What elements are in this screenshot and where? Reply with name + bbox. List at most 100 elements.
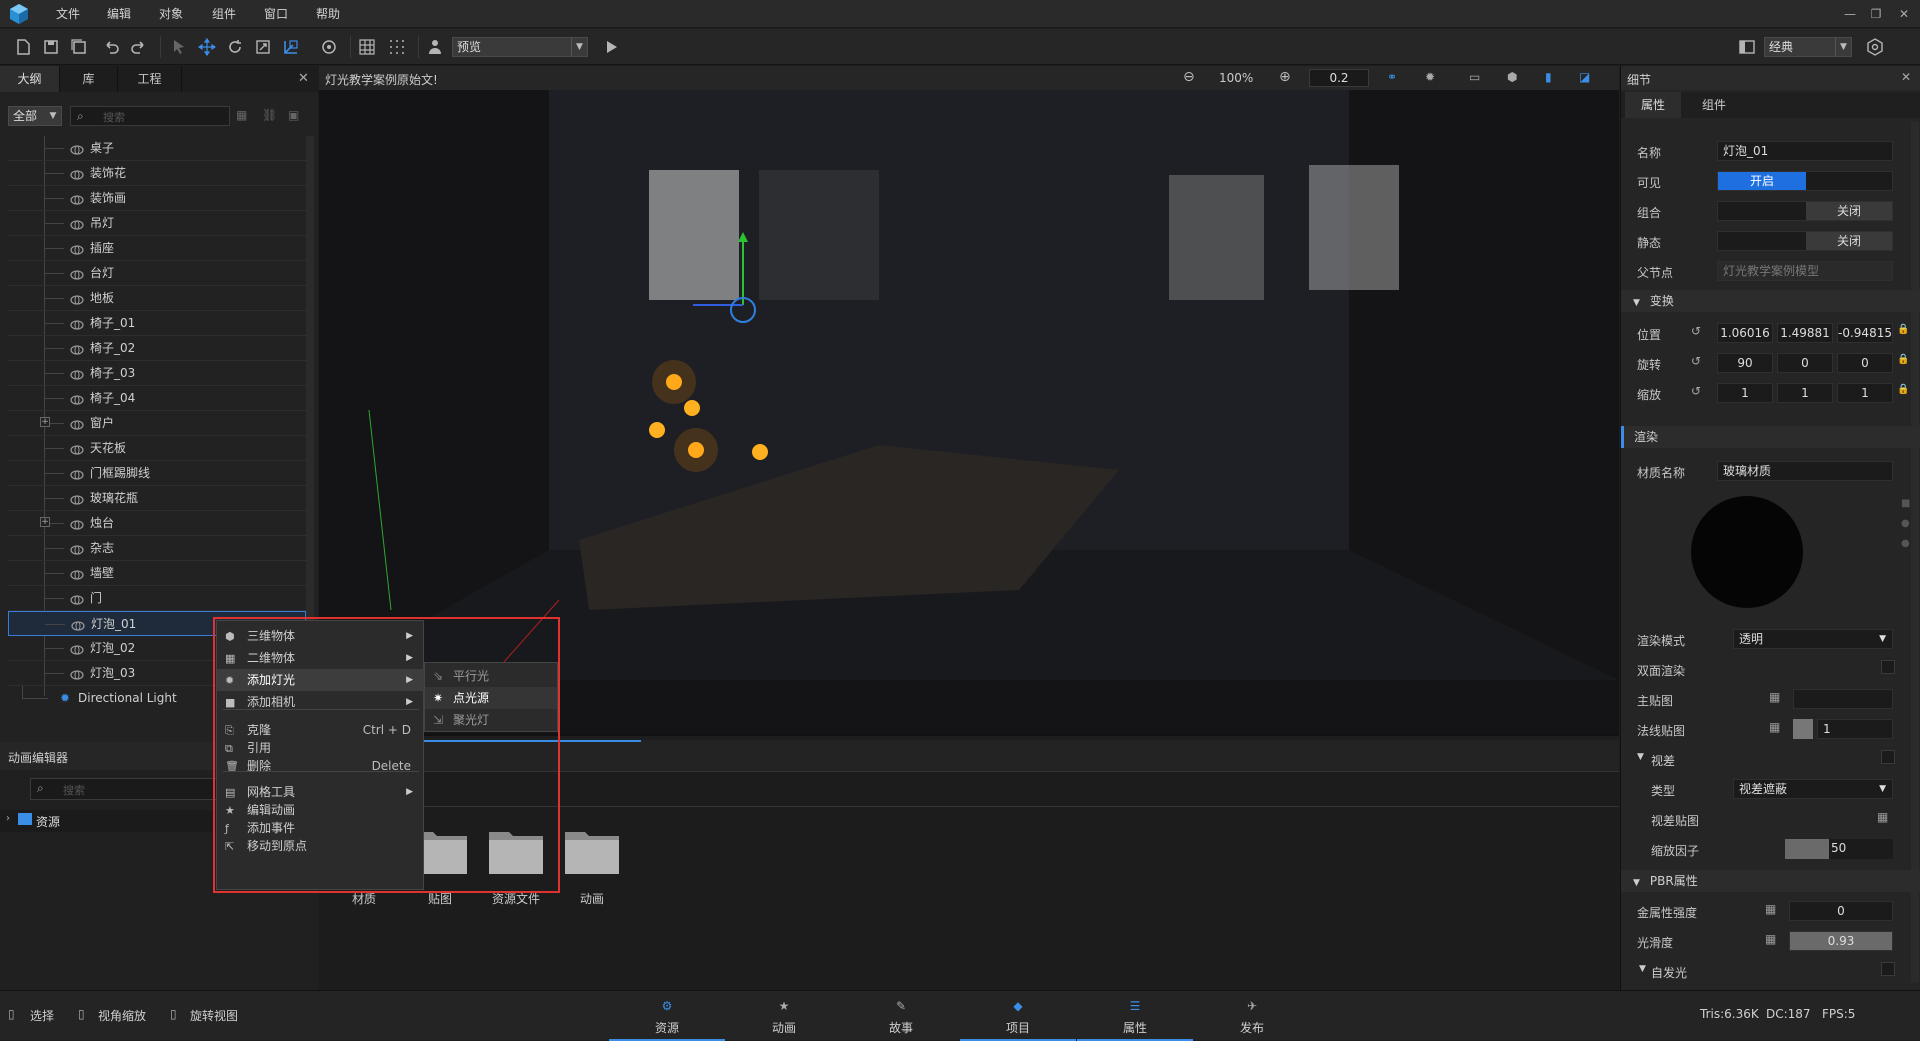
double-side-checkbox[interactable] bbox=[1881, 660, 1895, 674]
outline-item[interactable]: 椅子_03 bbox=[8, 361, 306, 386]
rotate-tool-icon[interactable] bbox=[222, 34, 248, 60]
pbr-section[interactable]: ▼ PBR属性 bbox=[1621, 870, 1920, 892]
normal-texture-value[interactable]: 1 bbox=[1817, 719, 1893, 739]
scale-y-input[interactable]: 1 bbox=[1777, 383, 1833, 403]
details-scrollbar[interactable] bbox=[1911, 122, 1919, 982]
texture-icon[interactable]: ▦ bbox=[1769, 720, 1780, 734]
bottom-tab[interactable]: ★ 动画 bbox=[726, 991, 842, 1041]
material-input[interactable]: 玻璃材质 bbox=[1717, 461, 1893, 481]
outline-item[interactable]: 装饰花 bbox=[8, 161, 306, 186]
lock-icon[interactable]: 🔒 bbox=[1897, 384, 1909, 395]
shading-icon[interactable]: ◪ bbox=[1579, 70, 1590, 84]
settings-hex-icon[interactable] bbox=[1862, 34, 1888, 60]
chevron-down-icon[interactable]: ▼ bbox=[1637, 752, 1644, 762]
select-tool-icon[interactable] bbox=[166, 34, 192, 60]
preview-cube-icon[interactable]: ■ bbox=[1901, 498, 1910, 509]
expand-icon[interactable]: + bbox=[40, 517, 50, 527]
main-texture-slot[interactable] bbox=[1793, 689, 1893, 709]
texture-icon[interactable]: ▦ bbox=[1765, 932, 1776, 946]
grid-icon[interactable] bbox=[354, 34, 380, 60]
save-icon[interactable] bbox=[38, 34, 64, 60]
camera-icon[interactable]: ▭ bbox=[1469, 70, 1480, 84]
close-panel-icon[interactable]: ✕ bbox=[1901, 70, 1911, 84]
visible-toggle[interactable]: 开启 bbox=[1717, 171, 1893, 191]
menu-window[interactable]: 窗口 bbox=[264, 0, 288, 28]
outline-item[interactable]: 台灯 bbox=[8, 261, 306, 286]
scale-x-input[interactable]: 1 bbox=[1717, 383, 1773, 403]
outline-item[interactable]: 玻璃花瓶 bbox=[8, 486, 306, 511]
reset-scale-icon[interactable]: ↺ bbox=[1691, 384, 1701, 398]
outline-item[interactable]: + 烛台 bbox=[8, 511, 306, 536]
position-x-input[interactable]: 1.06016 bbox=[1717, 323, 1773, 343]
position-y-input[interactable]: 1.49881 bbox=[1777, 323, 1833, 343]
outline-filter-select[interactable]: 全部 ▼ bbox=[8, 106, 62, 126]
layout-select[interactable]: 经典 ▼ bbox=[1764, 37, 1852, 57]
outline-item[interactable]: 桌子 bbox=[8, 136, 306, 161]
view-mode-icon[interactable]: ▮ bbox=[1545, 70, 1552, 84]
bottom-tab[interactable]: ☰ 属性 bbox=[1077, 991, 1193, 1041]
name-input[interactable]: 灯泡_01 bbox=[1717, 141, 1893, 161]
parallax-checkbox[interactable] bbox=[1881, 750, 1895, 764]
cube-icon[interactable]: ⬢ bbox=[1507, 70, 1517, 84]
tab-properties[interactable]: 属性 bbox=[1625, 92, 1681, 118]
chevron-down-icon[interactable]: ▼ bbox=[1639, 964, 1646, 974]
scale-factor-slider[interactable]: 50 bbox=[1785, 839, 1893, 859]
outline-item[interactable]: 地板 bbox=[8, 286, 306, 311]
character-icon[interactable] bbox=[422, 34, 448, 60]
outline-item[interactable]: + 窗户 bbox=[8, 411, 306, 436]
close-panel-icon[interactable]: ✕ bbox=[298, 71, 309, 86]
menu-file[interactable]: 文件 bbox=[56, 0, 80, 28]
render-section[interactable]: 渲染 bbox=[1621, 426, 1920, 448]
scale-z-input[interactable]: 1 bbox=[1837, 383, 1893, 403]
texture-icon[interactable]: ▦ bbox=[1765, 902, 1776, 916]
menu-edit[interactable]: 编辑 bbox=[107, 0, 131, 28]
play-icon[interactable] bbox=[598, 34, 624, 60]
image-icon[interactable]: ▣ bbox=[288, 108, 299, 122]
scale-tool-icon[interactable] bbox=[250, 34, 276, 60]
dot-grid-icon[interactable] bbox=[384, 34, 410, 60]
rotation-z-input[interactable]: 0 bbox=[1837, 353, 1893, 373]
render-mode-select[interactable]: 透明 ▼ bbox=[1733, 629, 1893, 649]
new-file-icon[interactable] bbox=[10, 34, 36, 60]
position-z-input[interactable]: -0.94815 bbox=[1837, 323, 1893, 343]
normal-texture-swatch[interactable] bbox=[1793, 719, 1813, 739]
redo-icon[interactable] bbox=[126, 34, 152, 60]
expand-icon[interactable]: + bbox=[40, 417, 50, 427]
link-camera-icon[interactable]: ⚭ bbox=[1387, 70, 1397, 84]
menu-object[interactable]: 对象 bbox=[159, 0, 183, 28]
link-icon[interactable]: ⛓ bbox=[262, 108, 277, 122]
outline-item[interactable]: 椅子_04 bbox=[8, 386, 306, 411]
layout-icon[interactable] bbox=[1734, 34, 1760, 60]
preview-sphere-icon[interactable]: ● bbox=[1901, 518, 1910, 529]
step-input[interactable]: 0.2 bbox=[1309, 69, 1369, 87]
asset-folder[interactable]: 动画 bbox=[557, 826, 627, 916]
group-toggle[interactable]: 关闭 bbox=[1717, 201, 1893, 221]
reset-position-icon[interactable]: ↺ bbox=[1691, 324, 1701, 338]
menu-component[interactable]: 组件 bbox=[212, 0, 236, 28]
material-preview[interactable] bbox=[1691, 496, 1803, 608]
animation-search-input[interactable]: ⌕ 搜索 bbox=[30, 778, 230, 800]
smoothness-slider[interactable]: 0.93 bbox=[1789, 931, 1893, 951]
static-toggle[interactable]: 关闭 bbox=[1717, 231, 1893, 251]
bottom-tab[interactable]: ✎ 故事 bbox=[843, 991, 959, 1041]
local-axis-icon[interactable] bbox=[278, 34, 304, 60]
bottom-tab[interactable]: ✈ 发布 bbox=[1194, 991, 1310, 1041]
outline-item[interactable]: 门框踢脚线 bbox=[8, 461, 306, 486]
lock-icon[interactable]: 🔒 bbox=[1897, 324, 1909, 335]
mode-select[interactable]: 预览 ▼ bbox=[452, 37, 588, 57]
tab-components[interactable]: 组件 bbox=[1683, 92, 1745, 118]
outline-scrollbar[interactable] bbox=[306, 136, 314, 696]
move-tool-icon[interactable] bbox=[194, 34, 220, 60]
outline-item[interactable]: 杂志 bbox=[8, 536, 306, 561]
texture-icon[interactable]: ▦ bbox=[1877, 810, 1888, 824]
rotation-y-input[interactable]: 0 bbox=[1777, 353, 1833, 373]
tab-library[interactable]: 库 bbox=[60, 66, 118, 92]
outline-item[interactable]: 装饰画 bbox=[8, 186, 306, 211]
reset-rotation-icon[interactable]: ↺ bbox=[1691, 354, 1701, 368]
menu-help[interactable]: 帮助 bbox=[316, 0, 340, 28]
outline-item[interactable]: 插座 bbox=[8, 236, 306, 261]
outline-item[interactable]: 门 bbox=[8, 586, 306, 611]
outline-item[interactable]: 天花板 bbox=[8, 436, 306, 461]
undo-icon[interactable] bbox=[98, 34, 124, 60]
bottom-tab[interactable]: ◆ 项目 bbox=[960, 991, 1076, 1041]
